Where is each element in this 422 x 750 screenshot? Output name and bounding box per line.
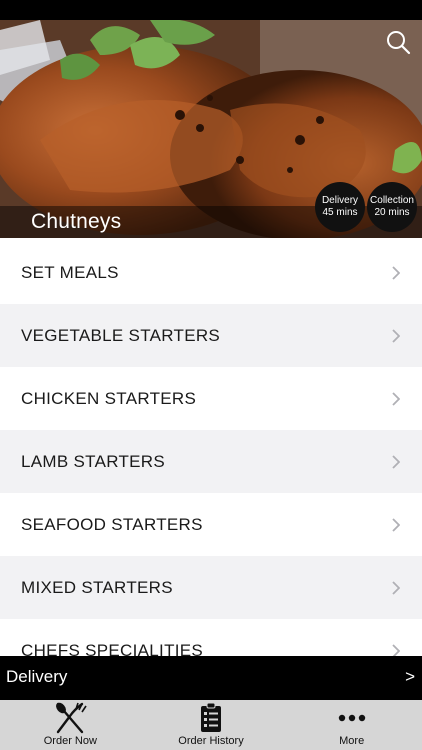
tab-label: More <box>339 735 365 747</box>
menu-category-row[interactable]: VEGETABLE STARTERS <box>0 304 422 367</box>
fork-knife-icon <box>56 702 87 734</box>
menu-category-list[interactable]: SET MEALS VEGETABLE STARTERS CHICKEN STA… <box>0 241 422 656</box>
delivery-badge-time: 45 mins <box>322 207 358 218</box>
chevron-right-icon <box>392 391 400 406</box>
menu-category-label: CHICKEN STARTERS <box>21 388 197 408</box>
menu-category-label: MIXED STARTERS <box>21 577 173 597</box>
menu-category-label: VEGETABLE STARTERS <box>21 325 221 345</box>
menu-category-row[interactable]: SEAFOOD STARTERS <box>0 493 422 556</box>
tab-label: Order Now <box>43 735 97 747</box>
order-mode-label: Delivery <box>6 667 68 686</box>
order-mode-arrow: > <box>405 667 415 686</box>
tab-order-now[interactable]: Order Now <box>0 700 141 750</box>
status-bar <box>0 0 422 20</box>
search-icon <box>387 31 411 55</box>
more-dots-icon <box>338 714 365 722</box>
bottom-tab-bar: Order Now Order History More <box>0 700 422 750</box>
chevron-right-icon <box>392 643 400 656</box>
menu-category-row[interactable]: SET MEALS <box>0 241 422 304</box>
hero-banner: Chutneys Delivery 45 mins Collection 20 … <box>0 20 422 238</box>
menu-category-row[interactable]: CHICKEN STARTERS <box>0 367 422 430</box>
tab-label: Order History <box>178 735 244 747</box>
chevron-right-icon <box>392 265 400 280</box>
app-screen: Chutneys Delivery 45 mins Collection 20 … <box>0 0 422 750</box>
chevron-right-icon <box>392 517 400 532</box>
tab-more[interactable]: More <box>281 700 422 750</box>
order-mode-bar[interactable]: Delivery > <box>0 656 422 700</box>
clipboard-list-icon <box>201 702 221 732</box>
delivery-badge-title: Delivery <box>321 195 359 206</box>
delivery-time-badge: Delivery 45 mins <box>315 182 365 232</box>
collection-time-badge: Collection 20 mins <box>367 182 417 232</box>
search-button[interactable] <box>384 28 412 56</box>
chevron-right-icon <box>392 454 400 469</box>
menu-category-label: LAMB STARTERS <box>21 451 166 471</box>
chevron-right-icon <box>392 328 400 343</box>
collection-badge-time: 20 mins <box>374 207 410 218</box>
chevron-right-icon <box>392 580 400 595</box>
collection-badge-title: Collection <box>370 195 414 206</box>
menu-category-label: SEAFOOD STARTERS <box>21 514 203 534</box>
menu-category-row[interactable]: MIXED STARTERS <box>0 556 422 619</box>
menu-category-label: SET MEALS <box>21 262 119 282</box>
menu-category-row[interactable]: CHEFS SPECIALITIES <box>0 619 422 656</box>
restaurant-name: Chutneys <box>31 210 122 233</box>
menu-category-row[interactable]: LAMB STARTERS <box>0 430 422 493</box>
menu-category-label: CHEFS SPECIALITIES <box>21 640 204 657</box>
tab-order-history[interactable]: Order History <box>141 700 282 750</box>
